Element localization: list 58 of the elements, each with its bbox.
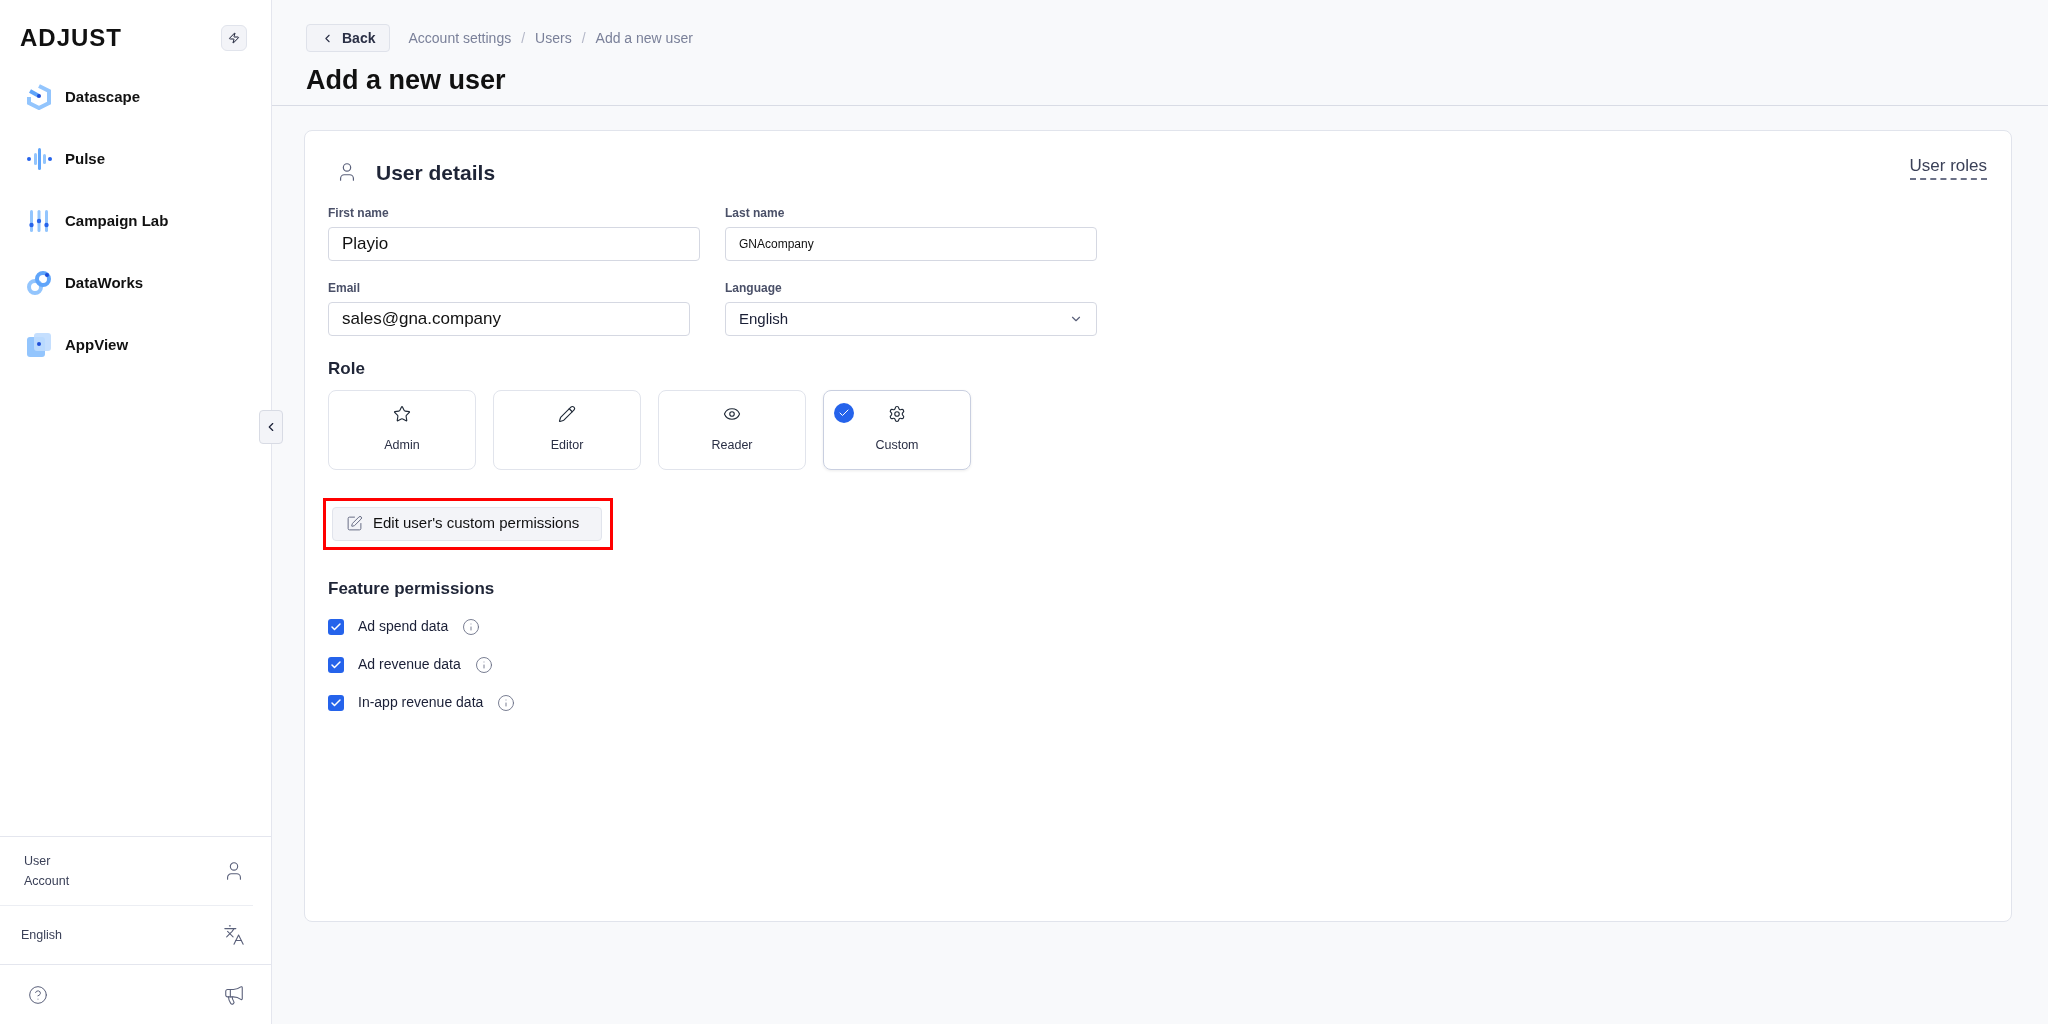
field-label: Language [725, 280, 783, 297]
edit-permissions-button[interactable]: Edit user's custom permissions [332, 506, 603, 541]
check-icon [330, 658, 342, 671]
field-label: Email [328, 280, 361, 297]
input-field[interactable]: GNAcompany [725, 227, 1097, 261]
logo: ADJUST [20, 23, 122, 53]
role-option[interactable]: Editor [493, 389, 641, 470]
info-icon[interactable] [462, 617, 481, 636]
checkbox[interactable] [328, 656, 344, 673]
role-option[interactable]: Reader [658, 389, 806, 470]
breadcrumb-separator: / [581, 28, 586, 48]
pencil-icon [558, 404, 576, 423]
lightning-button[interactable] [221, 25, 247, 51]
info-icon[interactable] [497, 693, 516, 712]
user-account-label[interactable]: User Account [24, 851, 84, 891]
page-title: Add a new user [306, 64, 507, 97]
waveform-icon [26, 146, 52, 172]
megaphone-icon[interactable] [223, 983, 245, 1006]
edit-icon [346, 515, 363, 532]
gear-icon [888, 404, 906, 423]
breadcrumb-separator: / [521, 28, 526, 48]
permission-label: In-app revenue data [358, 693, 484, 712]
lightning-icon [228, 32, 240, 44]
check-icon [330, 620, 342, 633]
nav-item[interactable]: DataWorks [26, 270, 271, 296]
hexagon-logo-icon [26, 84, 52, 110]
check-icon [330, 696, 342, 709]
back-button[interactable]: Back [306, 24, 391, 52]
language-select[interactable]: English [725, 302, 1097, 336]
translate-icon [223, 924, 245, 946]
role-option[interactable]: Admin [328, 389, 476, 470]
role-option[interactable]: Custom [823, 389, 971, 470]
feature-permissions-title: Feature permissions [328, 577, 496, 600]
nav-item[interactable]: Pulse [26, 146, 271, 172]
language-label[interactable]: English [21, 925, 62, 945]
role-label: Role [328, 358, 366, 380]
help-icon[interactable] [28, 984, 48, 1005]
chain-link-icon [26, 270, 52, 296]
input-field[interactable]: sales@gna.company [328, 302, 690, 336]
input-field[interactable]: Playio [328, 227, 700, 261]
nav-item[interactable]: Campaign Lab [26, 208, 271, 234]
sliders-icon [26, 208, 52, 234]
nav-item[interactable]: AppView [26, 332, 271, 358]
field-label: First name [328, 205, 390, 222]
breadcrumb-link[interactable]: Account settings [408, 27, 512, 49]
overlapping-squares-icon [26, 332, 52, 358]
info-icon[interactable] [474, 655, 493, 674]
permission-label: Ad spend data [358, 617, 449, 636]
permission-label: Ad revenue data [358, 655, 461, 674]
breadcrumb-link[interactable]: Users [535, 27, 572, 49]
section-title: User details [376, 159, 496, 186]
current-page-label: Add a new user [595, 28, 693, 48]
checkbox[interactable] [328, 618, 344, 635]
nav-item[interactable]: Datascape [26, 84, 271, 110]
user-roles-link[interactable]: User roles [1909, 152, 1987, 180]
checkbox[interactable] [328, 694, 344, 711]
star-icon [393, 404, 411, 423]
field-label: Last name [725, 205, 786, 222]
